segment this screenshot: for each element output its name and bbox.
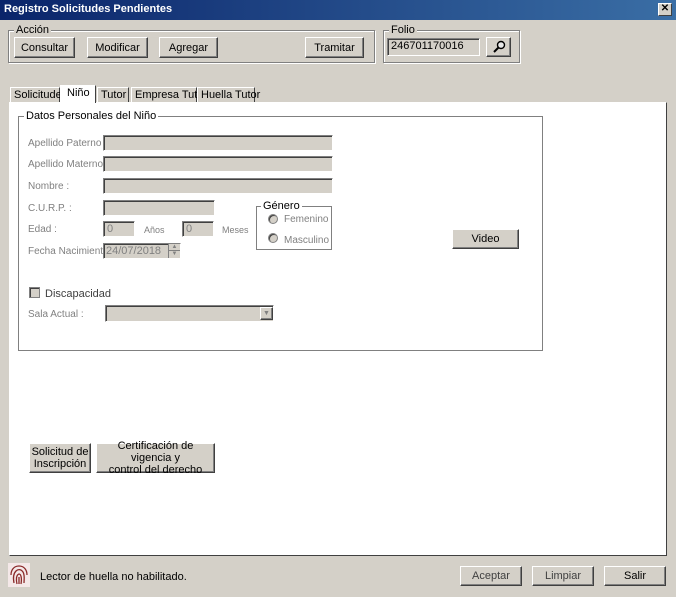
sala-dropdown-button[interactable]: ▼ — [260, 307, 273, 320]
curp-field[interactable] — [103, 200, 215, 216]
masculino-label: Masculino — [284, 235, 330, 246]
aceptar-button[interactable]: Aceptar — [460, 566, 522, 586]
anios-label: Años — [144, 225, 165, 235]
edad-label: Edad : — [28, 224, 57, 235]
window-title: Registro Solicitudes Pendientes — [4, 3, 173, 15]
nombre-label: Nombre : — [28, 181, 70, 192]
salir-button[interactable]: Salir — [604, 566, 666, 586]
solicitud-inscripcion-button[interactable]: Solicitud de Inscripción — [29, 443, 91, 473]
folio-field[interactable]: 246701170016 — [387, 38, 480, 56]
tab-solicitudes[interactable]: Solicitudes — [10, 87, 67, 103]
magnifier-icon — [492, 40, 505, 53]
tab-empresa-tutor[interactable]: Empresa Tutor — [131, 87, 207, 103]
tramitar-button[interactable]: Tramitar — [305, 37, 364, 58]
tab-tutor[interactable]: Tutor — [97, 87, 129, 103]
edad-meses-field[interactable]: 0 — [182, 221, 214, 237]
limpiar-button[interactable]: Limpiar — [532, 566, 594, 586]
close-button[interactable]: ✕ — [658, 3, 672, 16]
close-icon: ✕ — [660, 3, 670, 14]
modificar-button[interactable]: Modificar — [87, 37, 148, 58]
video-button[interactable]: Video — [452, 229, 519, 249]
edad-anios-field[interactable]: 0 — [103, 221, 135, 237]
chevron-down-icon: ▼ — [263, 310, 270, 317]
cert-line1: Certificación de vigencia y — [117, 440, 194, 464]
accion-legend: Acción — [14, 24, 52, 36]
status-text: Lector de huella no habilitado. — [40, 571, 187, 583]
fingerprint-icon — [8, 563, 30, 587]
title-bar: Registro Solicitudes Pendientes — [0, 0, 676, 20]
solicitud-line1: Solicitud de — [31, 446, 89, 458]
spin-down-icon: ▼ — [171, 251, 178, 257]
datos-personales-legend: Datos Personales del Niño — [24, 110, 159, 122]
apellido-paterno-label: Apellido Paterno : — [28, 138, 107, 149]
cert-line2: control del derecho — [108, 464, 203, 476]
femenino-radio[interactable] — [268, 214, 278, 224]
nombre-field[interactable] — [103, 178, 333, 194]
apellido-materno-label: Apellido Materno : — [28, 159, 109, 170]
femenino-label: Femenino — [284, 214, 329, 225]
tab-nino[interactable]: Niño — [60, 85, 96, 103]
masculino-radio[interactable] — [268, 233, 278, 243]
certificacion-label: Certificación de vigencia y control del d… — [97, 440, 214, 476]
folio-legend: Folio — [389, 24, 417, 36]
meses-label: Meses — [222, 225, 249, 235]
solicitud-inscripcion-label: Solicitud de Inscripción — [32, 446, 89, 470]
apellido-paterno-field[interactable] — [103, 135, 333, 151]
curp-label: C.U.R.P. : — [28, 203, 72, 214]
solicitud-line2: Inscripción — [33, 458, 87, 470]
discapacidad-label: Discapacidad — [45, 288, 112, 300]
fecha-nacimiento-value: 24/07/2018 — [106, 245, 162, 257]
sala-actual-label: Sala Actual : — [28, 309, 84, 320]
tab-huella-tutor[interactable]: Huella Tutor — [197, 87, 260, 103]
spin-up-icon: ▲ — [169, 244, 180, 251]
genero-legend: Género — [261, 200, 302, 212]
agregar-button[interactable]: Agregar — [159, 37, 218, 58]
discapacidad-checkbox[interactable] — [29, 287, 40, 298]
fecha-spinner[interactable]: ▲ ▼ — [168, 244, 180, 258]
fecha-nacimiento-label: Fecha Nacimiento : — [28, 246, 115, 257]
apellido-materno-field[interactable] — [103, 156, 333, 172]
folio-search-button[interactable] — [486, 37, 511, 57]
sala-actual-select[interactable] — [105, 305, 274, 322]
consultar-button[interactable]: Consultar — [14, 37, 75, 58]
certificacion-vigencia-button[interactable]: Certificación de vigencia y control del d… — [96, 440, 215, 476]
